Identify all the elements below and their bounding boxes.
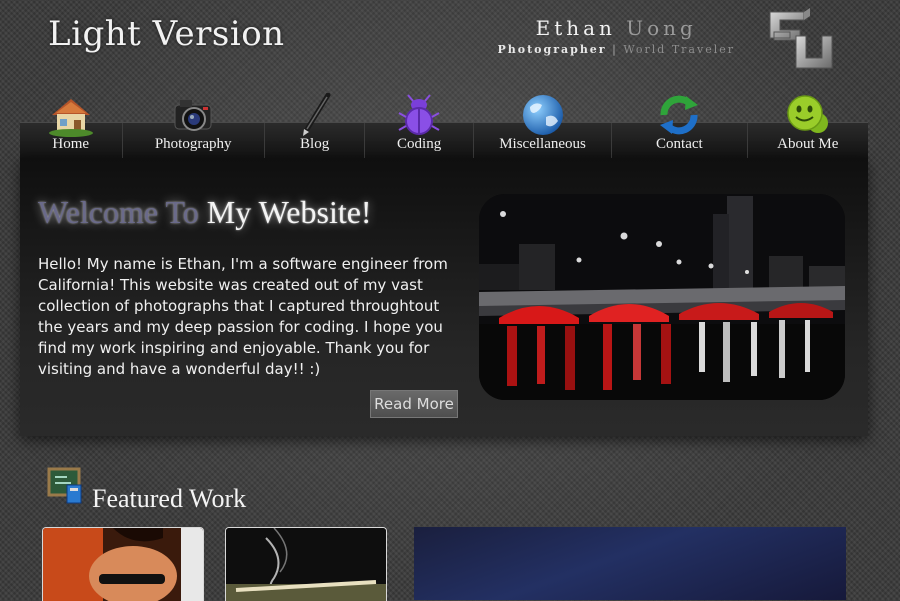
brand-first-name: Ethan <box>535 16 616 40</box>
nav-label-contact: Contact <box>656 136 703 152</box>
nav-item-miscellaneous[interactable]: Miscellaneous <box>474 95 613 159</box>
house-icon <box>48 93 94 137</box>
tagline-photographer: Photographer <box>497 43 607 56</box>
brand-name-block: Ethan Uong Photographer | World Traveler <box>497 16 735 56</box>
featured-work-heading: Featured Work <box>92 484 247 513</box>
globe-icon <box>520 93 566 137</box>
smiley-icon <box>785 93 831 137</box>
pen-icon <box>292 92 338 137</box>
hero-title-part1: Welcome To <box>38 194 199 230</box>
nav-label-about-me: About Me <box>777 136 839 152</box>
nav-item-photography[interactable]: Photography <box>123 100 265 159</box>
brand-last-name: Uong <box>626 16 697 40</box>
nav-label-coding: Coding <box>397 136 442 152</box>
tagline-world-traveler: World Traveler <box>623 43 735 56</box>
welcome-panel: Welcome To My Website! Hello! My name is… <box>20 158 868 436</box>
refresh-arrows-icon <box>656 93 702 137</box>
bug-icon <box>396 93 442 137</box>
site-title-light-version[interactable]: Light Version <box>48 14 285 54</box>
main-nav: Home Photography Blog Coding Miscellaneo… <box>20 92 868 159</box>
hero-title: Welcome To My Website! <box>38 194 372 231</box>
nav-item-contact[interactable]: Contact <box>612 95 748 159</box>
nav-label-blog: Blog <box>300 136 330 152</box>
tagline-separator: | <box>612 43 618 56</box>
nav-item-about-me[interactable]: About Me <box>748 95 868 159</box>
chalkboard-icon <box>47 465 83 505</box>
nav-label-photography: Photography <box>154 136 232 152</box>
nav-item-home[interactable]: Home <box>20 99 123 159</box>
camera-icon <box>170 93 216 137</box>
featured-thumb-smoke[interactable] <box>225 527 387 601</box>
nav-item-blog[interactable]: Blog <box>265 92 366 159</box>
nav-item-coding[interactable]: Coding <box>365 94 474 159</box>
read-more-button[interactable]: Read More <box>370 390 458 418</box>
brand-name: Ethan Uong <box>497 16 735 40</box>
eu-monogram-logo[interactable] <box>766 6 836 70</box>
featured-panel-large[interactable] <box>414 527 846 600</box>
nav-label-miscellaneous: Miscellaneous <box>499 136 586 152</box>
hero-intro-text: Hello! My name is Ethan, I'm a software … <box>38 255 448 378</box>
brand-tagline: Photographer | World Traveler <box>497 43 735 56</box>
featured-thumb-portrait[interactable] <box>42 527 204 601</box>
night-bridge-photo <box>479 194 845 400</box>
nav-label-home: Home <box>52 136 90 152</box>
hero-title-part2: My Website! <box>206 194 372 230</box>
